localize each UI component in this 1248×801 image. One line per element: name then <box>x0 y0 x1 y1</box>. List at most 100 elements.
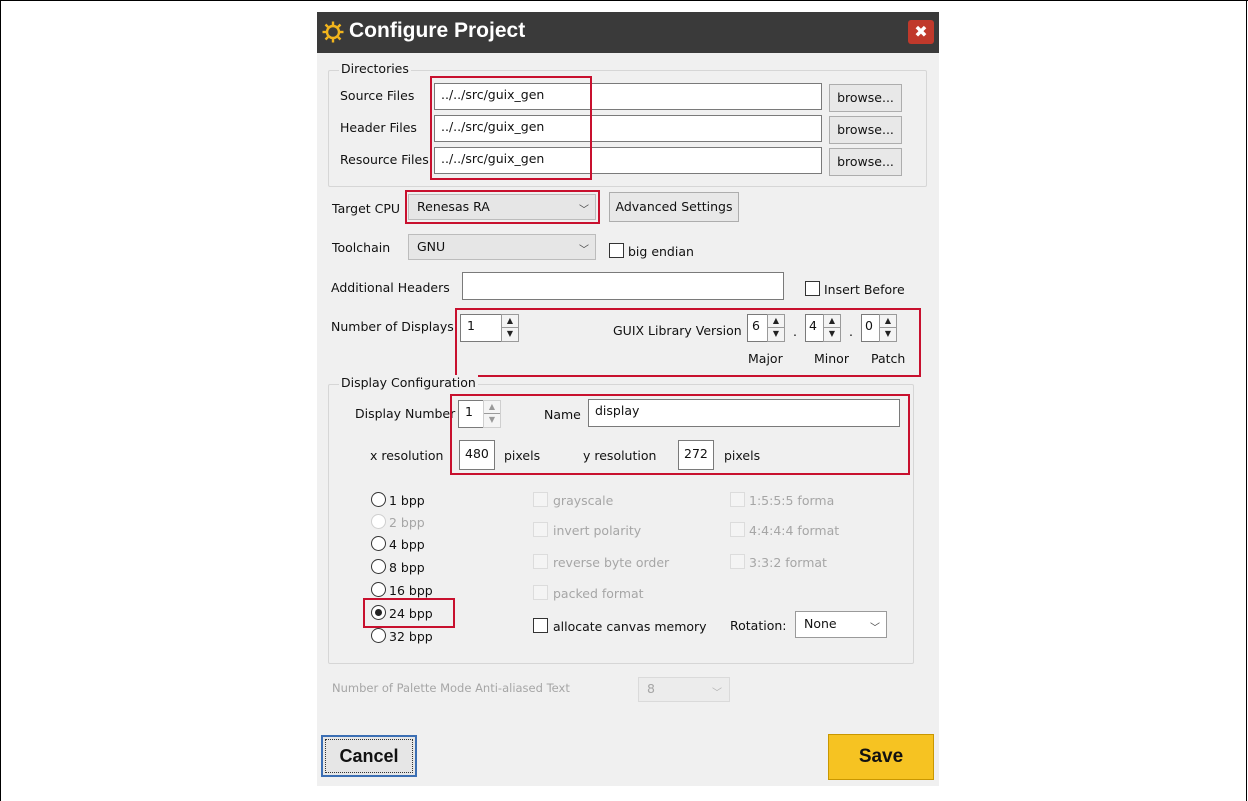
spin-down-icon[interactable]: ▼ <box>824 328 840 341</box>
version-separator: . <box>849 324 853 339</box>
format-4444-label: 4:4:4:4 format <box>749 523 840 538</box>
bpp-radio-32[interactable] <box>371 628 386 643</box>
rotation-value: None <box>804 616 837 631</box>
guix-major-stepper[interactable]: ▲ ▼ <box>767 314 785 342</box>
source-browse-button[interactable]: browse... <box>829 84 902 112</box>
rotation-label: Rotation: <box>730 618 787 633</box>
source-files-input[interactable]: ../../src/guix_gen <box>434 83 822 110</box>
directories-group-label: Directories <box>339 61 411 76</box>
spin-down-icon[interactable]: ▼ <box>768 328 784 341</box>
resource-browse-button[interactable]: browse... <box>829 148 902 176</box>
chevron-down-icon: ﹀ <box>870 623 880 634</box>
display-number-stepper[interactable]: ▲ ▼ <box>483 400 501 428</box>
format-1555-checkbox[interactable] <box>730 492 745 507</box>
big-endian-label: big endian <box>628 244 694 259</box>
packed-format-checkbox[interactable] <box>533 585 548 600</box>
bpp-label: 1 bpp <box>389 493 425 508</box>
guix-major-input[interactable]: 6 <box>747 314 769 342</box>
page-border-left <box>0 0 1 801</box>
bpp-radio-2[interactable] <box>371 514 386 529</box>
additional-headers-input[interactable] <box>462 272 784 300</box>
format-1555-label: 1:5:5:5 forma <box>749 493 835 508</box>
target-cpu-select[interactable]: Renesas RA <box>408 194 596 220</box>
bpp-label: 16 bpp <box>389 583 433 598</box>
advanced-settings-button[interactable]: Advanced Settings <box>609 192 739 222</box>
resource-files-label: Resource Files <box>340 152 429 167</box>
x-resolution-unit: pixels <box>504 448 541 463</box>
insert-before-checkbox[interactable] <box>805 281 820 296</box>
spin-up-icon[interactable]: ▲ <box>502 315 518 328</box>
x-resolution-input[interactable]: 480 <box>459 440 495 470</box>
display-configuration-label: Display Configuration <box>339 375 478 390</box>
y-resolution-label: y resolution <box>583 448 657 463</box>
palette-antialias-value: 8 <box>647 681 655 696</box>
guix-patch-stepper[interactable]: ▲ ▼ <box>879 314 897 342</box>
bpp-radio-24[interactable] <box>371 605 386 620</box>
invert-polarity-label: invert polarity <box>553 523 642 538</box>
y-resolution-input[interactable]: 272 <box>678 440 714 470</box>
chevron-down-icon: ﹀ <box>579 245 589 256</box>
patch-label: Patch <box>871 351 906 366</box>
configure-project-dialog: Configure Project ✖ Directories Source F… <box>317 12 939 786</box>
additional-headers-label: Additional Headers <box>331 280 450 295</box>
x-resolution-label: x resolution <box>370 448 444 463</box>
dialog-title: Configure Project <box>349 19 526 42</box>
version-separator: . <box>793 324 797 339</box>
display-name-input[interactable]: display <box>588 399 900 427</box>
toolchain-select[interactable]: GNU <box>408 234 596 260</box>
target-cpu-label: Target CPU <box>332 201 401 216</box>
format-4444-checkbox[interactable] <box>730 522 745 537</box>
close-icon[interactable]: ✖ <box>908 20 934 44</box>
guix-minor-input[interactable]: 4 <box>805 314 825 342</box>
bpp-radio-4[interactable] <box>371 536 386 551</box>
chevron-down-icon: ﹀ <box>579 205 589 216</box>
highlight-displays-version <box>455 308 921 377</box>
bpp-label: 2 bpp <box>389 515 425 530</box>
spin-up-icon[interactable]: ▲ <box>880 315 896 328</box>
format-332-label: 3:3:2 format <box>749 555 827 570</box>
guix-minor-stepper[interactable]: ▲ ▼ <box>823 314 841 342</box>
allocate-canvas-memory-checkbox[interactable] <box>533 618 548 633</box>
spin-up-icon[interactable]: ▲ <box>768 315 784 328</box>
bpp-label: 8 bpp <box>389 560 425 575</box>
bpp-radio-8[interactable] <box>371 559 386 574</box>
title-bar: Configure Project ✖ <box>317 12 939 53</box>
gear-icon <box>322 21 344 43</box>
spin-up-icon[interactable]: ▲ <box>484 401 500 414</box>
number-of-displays-input[interactable]: 1 <box>460 314 502 342</box>
palette-antialias-label: Number of Palette Mode Anti-aliased Text <box>332 681 570 695</box>
resource-files-input[interactable]: ../../src/guix_gen <box>434 147 822 174</box>
source-files-label: Source Files <box>340 88 415 103</box>
reverse-byte-order-checkbox[interactable] <box>533 554 548 569</box>
spin-up-icon[interactable]: ▲ <box>824 315 840 328</box>
big-endian-checkbox[interactable] <box>609 243 624 258</box>
header-browse-button[interactable]: browse... <box>829 116 902 144</box>
spin-down-icon[interactable]: ▼ <box>502 328 518 341</box>
bpp-radio-1[interactable] <box>371 492 386 507</box>
major-label: Major <box>748 351 783 366</box>
number-of-displays-label: Number of Displays <box>331 319 454 334</box>
spin-down-icon[interactable]: ▼ <box>484 414 500 427</box>
save-button[interactable]: Save <box>828 734 934 780</box>
bpp-radio-16[interactable] <box>371 582 386 597</box>
guix-patch-input[interactable]: 0 <box>861 314 881 342</box>
invert-polarity-checkbox[interactable] <box>533 522 548 537</box>
cancel-button[interactable]: Cancel <box>321 735 417 777</box>
display-number-input[interactable]: 1 <box>458 400 484 428</box>
allocate-canvas-memory-label: allocate canvas memory <box>553 619 707 634</box>
header-files-input[interactable]: ../../src/guix_gen <box>434 115 822 142</box>
number-of-displays-stepper[interactable]: ▲ ▼ <box>501 314 519 342</box>
page-border-top <box>0 0 1248 1</box>
guix-version-label: GUIX Library Version <box>613 323 742 338</box>
toolchain-label: Toolchain <box>332 240 391 255</box>
target-cpu-value: Renesas RA <box>417 199 490 214</box>
header-files-label: Header Files <box>340 120 417 135</box>
page-border-right <box>1246 0 1247 801</box>
toolchain-value: GNU <box>417 239 446 254</box>
grayscale-label: grayscale <box>553 493 614 508</box>
bpp-label: 4 bpp <box>389 537 425 552</box>
spin-down-icon[interactable]: ▼ <box>880 328 896 341</box>
format-332-checkbox[interactable] <box>730 554 745 569</box>
display-name-label: Name <box>544 407 581 422</box>
grayscale-checkbox[interactable] <box>533 492 548 507</box>
